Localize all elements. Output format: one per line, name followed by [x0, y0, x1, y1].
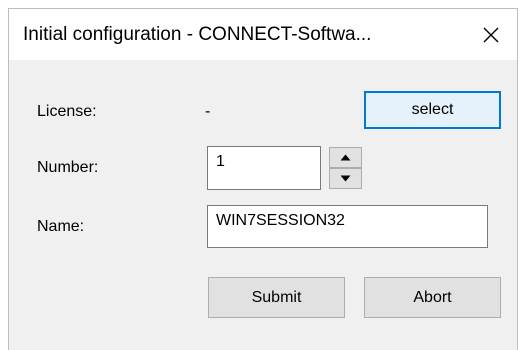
window-title: Initial configuration - CONNECT-Softwa..…: [23, 24, 372, 45]
chevron-down-icon: [340, 175, 351, 182]
license-label: License:: [37, 103, 97, 120]
close-icon: [483, 27, 499, 42]
number-value: 1: [216, 153, 225, 170]
submit-button[interactable]: Submit: [208, 277, 345, 318]
abort-button[interactable]: Abort: [364, 277, 501, 318]
select-button[interactable]: select: [364, 91, 501, 129]
name-input[interactable]: WIN7SESSION32: [207, 205, 488, 248]
spin-down-button[interactable]: [329, 168, 362, 189]
name-label: Name:: [37, 218, 85, 235]
abort-button-label: Abort: [413, 288, 452, 306]
number-label: Number:: [37, 159, 99, 176]
submit-button-label: Submit: [251, 288, 302, 306]
number-input[interactable]: 1: [207, 146, 321, 190]
chevron-up-icon: [340, 154, 351, 161]
close-button[interactable]: [465, 9, 517, 60]
name-value: WIN7SESSION32: [216, 212, 345, 229]
select-button-label: select: [411, 101, 454, 118]
dialog-window: Initial configuration - CONNECT-Softwa..…: [8, 8, 518, 350]
number-spinner: [329, 147, 362, 189]
license-value: -: [205, 103, 211, 120]
title-bar: Initial configuration - CONNECT-Softwa..…: [9, 9, 517, 60]
spin-up-button[interactable]: [329, 147, 362, 168]
